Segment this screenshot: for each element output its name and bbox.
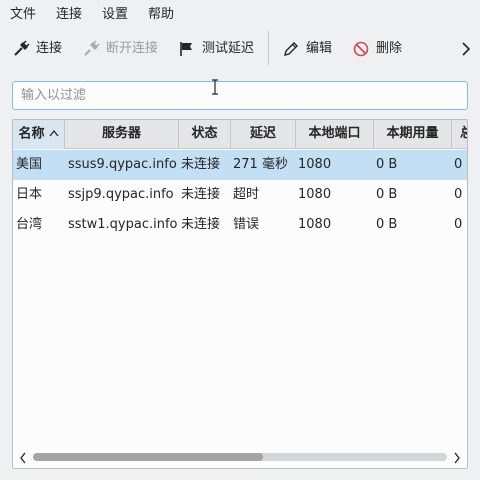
column-header-total-usage[interactable]: 总 xyxy=(452,120,467,149)
scroll-thumb[interactable] xyxy=(33,453,263,461)
scroll-right-button[interactable] xyxy=(451,452,463,464)
column-header-period-usage[interactable]: 本期用量 xyxy=(374,120,452,149)
cell-name: 美国 xyxy=(16,157,43,172)
delete-label: 删除 xyxy=(376,41,403,56)
disconnect-label: 断开连接 xyxy=(106,41,159,56)
cell-period-usage: 0 B xyxy=(376,157,398,172)
cell-local-port: 1080 xyxy=(298,157,332,172)
menu-bar: 文件 连接 设置 帮助 xyxy=(0,0,480,30)
table-header: 名称 服务器 状态 延迟 本地端口 本期用量 总 xyxy=(13,120,467,149)
cell-server: ssus9.qypac.info xyxy=(68,157,177,172)
pencil-icon xyxy=(282,40,300,58)
column-header-latency[interactable]: 延迟 xyxy=(231,120,296,149)
cell-period-usage: 0 B xyxy=(376,187,398,202)
cell-status: 未连接 xyxy=(181,217,221,232)
column-header-latency-label: 延迟 xyxy=(249,126,276,141)
disconnect-button[interactable]: 断开连接 xyxy=(82,30,158,68)
text-cursor-icon xyxy=(212,79,218,95)
menu-help[interactable]: 帮助 xyxy=(148,7,174,23)
cell-server: sstw1.qypac.info xyxy=(68,217,178,232)
cell-name: 台湾 xyxy=(16,217,43,232)
filter-input[interactable] xyxy=(12,81,468,110)
column-header-name-label: 名称 xyxy=(18,126,45,142)
cell-status: 未连接 xyxy=(181,187,221,202)
edit-button[interactable]: 编辑 xyxy=(282,30,332,68)
chevron-left-icon xyxy=(20,452,26,464)
toolbar-separator xyxy=(268,31,269,65)
cell-local-port: 1080 xyxy=(298,187,332,202)
flag-icon xyxy=(178,40,196,58)
menu-connection[interactable]: 连接 xyxy=(56,7,82,23)
table-row[interactable]: 日本 ssjp9.qypac.info 未连接 超时 1080 0 B 0 B xyxy=(13,180,467,210)
server-table: 名称 服务器 状态 延迟 本地端口 本期用量 总 美国 ssus9.qypac.… xyxy=(12,119,468,469)
cell-latency: 超时 xyxy=(233,187,260,202)
column-header-local-port[interactable]: 本地端口 xyxy=(296,120,374,149)
column-header-name[interactable]: 名称 xyxy=(13,120,65,149)
horizontal-scrollbar[interactable] xyxy=(13,448,467,468)
delete-icon xyxy=(352,40,370,58)
column-header-total-usage-label: 总 xyxy=(460,126,467,141)
connect-button[interactable]: 连接 xyxy=(12,30,62,68)
sort-ascending-icon xyxy=(48,120,59,148)
cell-total-usage: 0 B xyxy=(454,157,466,172)
column-header-local-port-label: 本地端口 xyxy=(308,126,361,141)
cell-latency: 271 毫秒 xyxy=(233,157,288,172)
cell-period-usage: 0 B xyxy=(376,217,398,232)
table-row[interactable]: 美国 ssus9.qypac.info 未连接 271 毫秒 1080 0 B … xyxy=(13,150,467,180)
delete-button[interactable]: 删除 xyxy=(352,30,402,68)
table-row[interactable]: 台湾 sstw1.qypac.info 未连接 错误 1080 0 B 0 B xyxy=(13,210,467,240)
column-header-server[interactable]: 服务器 xyxy=(65,120,179,149)
cell-latency: 错误 xyxy=(233,217,260,232)
cell-total-usage: 0 B xyxy=(454,217,466,232)
edit-label: 编辑 xyxy=(306,41,333,56)
column-header-period-usage-label: 本期用量 xyxy=(386,126,439,141)
cell-status: 未连接 xyxy=(181,157,221,172)
connect-label: 连接 xyxy=(36,41,63,56)
toolbar: 连接 断开连接 测试延迟 编辑 删除 xyxy=(0,30,480,68)
unplug-icon xyxy=(82,40,100,58)
cell-total-usage: 0 B xyxy=(454,187,466,202)
test-latency-label: 测试延迟 xyxy=(202,41,255,56)
cell-local-port: 1080 xyxy=(298,217,332,232)
chevron-right-icon xyxy=(454,452,460,464)
test-latency-button[interactable]: 测试延迟 xyxy=(178,30,254,68)
toolbar-overflow-button[interactable] xyxy=(458,39,474,59)
scroll-left-button[interactable] xyxy=(17,452,29,464)
cell-name: 日本 xyxy=(16,187,43,202)
column-header-status[interactable]: 状态 xyxy=(179,120,231,149)
menu-file[interactable]: 文件 xyxy=(10,7,36,23)
cell-server: ssjp9.qypac.info xyxy=(68,187,174,202)
chevron-right-icon xyxy=(462,42,471,56)
plug-icon xyxy=(12,40,30,58)
column-header-status-label: 状态 xyxy=(191,126,218,141)
menu-settings[interactable]: 设置 xyxy=(102,7,128,23)
column-header-server-label: 服务器 xyxy=(101,126,141,141)
